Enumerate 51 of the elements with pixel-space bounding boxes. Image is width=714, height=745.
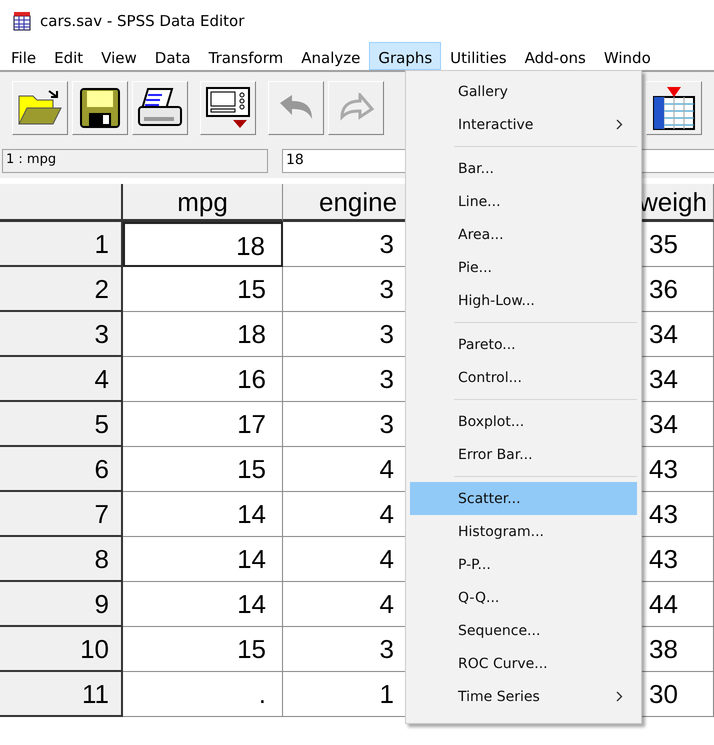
row-header[interactable]: 10 bbox=[0, 627, 123, 672]
toolbar-button[interactable] bbox=[72, 81, 128, 135]
row-header[interactable]: 5 bbox=[0, 402, 123, 447]
row-header[interactable]: 8 bbox=[0, 537, 123, 582]
toolbar-button[interactable] bbox=[646, 81, 702, 135]
row-header[interactable]: 1 bbox=[0, 222, 123, 267]
cell-reference: 1 : mpg bbox=[2, 149, 268, 173]
table-cell[interactable]: 15 bbox=[123, 267, 283, 312]
chevron-right-icon bbox=[616, 691, 623, 702]
corner-header[interactable] bbox=[0, 184, 123, 222]
menu-item[interactable]: Transform bbox=[200, 42, 292, 70]
row-header[interactable]: 3 bbox=[0, 312, 123, 357]
menu-item[interactable]: Edit bbox=[45, 42, 92, 70]
data-table-icon bbox=[651, 85, 697, 131]
row-header[interactable]: 2 bbox=[0, 267, 123, 312]
menu-option[interactable]: Bar... bbox=[410, 152, 637, 185]
table-cell[interactable]: 14 bbox=[123, 582, 283, 627]
row-header[interactable]: 11 bbox=[0, 672, 123, 717]
menu-option[interactable]: Scatter... bbox=[410, 482, 637, 515]
table-cell[interactable]: 15 bbox=[123, 447, 283, 492]
row-header[interactable]: 9 bbox=[0, 582, 123, 627]
table-cell[interactable]: 16 bbox=[123, 357, 283, 402]
menu-option[interactable]: Interactive bbox=[410, 108, 637, 141]
row-header[interactable]: 7 bbox=[0, 492, 123, 537]
table-cell[interactable]: 18 bbox=[123, 312, 283, 357]
chevron-right-icon bbox=[616, 119, 623, 130]
menu-item[interactable]: Windo bbox=[594, 42, 660, 70]
toolbar-button[interactable] bbox=[132, 81, 188, 135]
printer-icon bbox=[136, 87, 184, 129]
menu-item[interactable]: View bbox=[92, 42, 146, 70]
toolbar-button[interactable] bbox=[12, 81, 68, 135]
menu-item[interactable]: File bbox=[2, 42, 46, 70]
row-header[interactable]: 6 bbox=[0, 447, 123, 492]
menu-item[interactable]: Data bbox=[146, 42, 200, 70]
table-cell[interactable]: . bbox=[123, 672, 283, 717]
window-title: cars.sav - SPSS Data Editor bbox=[40, 12, 244, 30]
menu-item[interactable]: Analyze bbox=[292, 42, 370, 70]
column-header[interactable]: mpg bbox=[123, 184, 283, 222]
dialog-recall-icon bbox=[205, 86, 251, 130]
menu-item[interactable]: Utilities bbox=[441, 42, 516, 70]
table-cell[interactable]: 18 bbox=[123, 222, 283, 267]
row-header[interactable]: 4 bbox=[0, 357, 123, 402]
table-cell[interactable]: 14 bbox=[123, 537, 283, 582]
toolbar-button[interactable] bbox=[200, 81, 256, 135]
spreadsheet-icon bbox=[12, 11, 32, 31]
menu-item[interactable]: Graphs bbox=[369, 42, 442, 70]
table-cell[interactable]: 14 bbox=[123, 492, 283, 537]
menu-item[interactable]: Add-ons bbox=[516, 42, 595, 70]
table-cell[interactable]: 15 bbox=[123, 627, 283, 672]
menu-option[interactable]: Gallery bbox=[410, 75, 637, 108]
table-cell[interactable]: 17 bbox=[123, 402, 283, 447]
